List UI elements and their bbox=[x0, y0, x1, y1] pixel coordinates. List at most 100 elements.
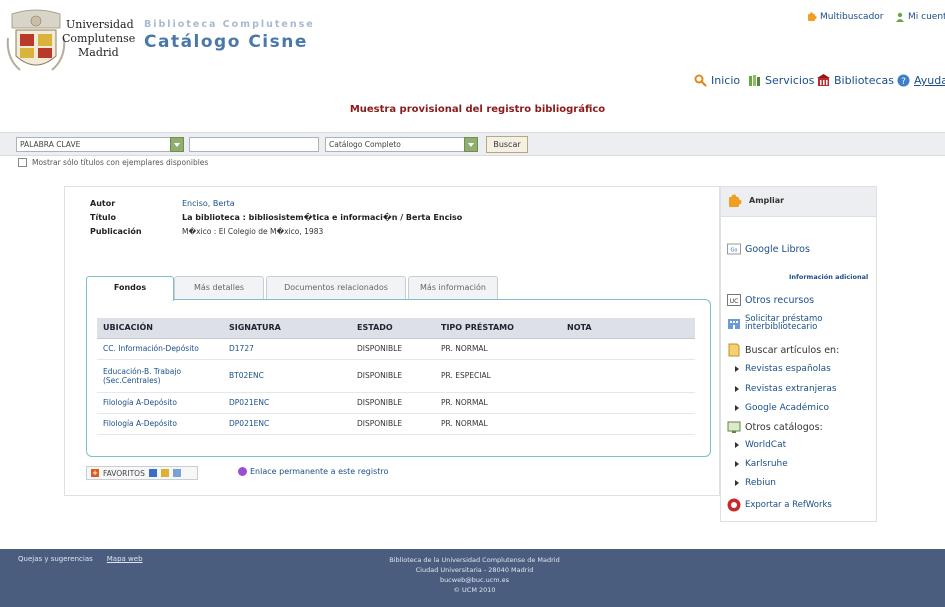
refworks-icon bbox=[727, 498, 741, 512]
table-row: CC. Información-Depósito D1727 DISPONIBL… bbox=[97, 338, 695, 360]
table-header-row: UBICACIÓN SIGNATURA ESTADO TIPO PRÉSTAMO… bbox=[97, 318, 695, 339]
search-articles-heading: Buscar artículos en: bbox=[727, 343, 839, 357]
multibuscador-link[interactable]: Multibuscador bbox=[807, 12, 884, 22]
footer-info-line: Ciudad Universitaria - 28040 Madrid bbox=[415, 566, 534, 574]
other-resources-label: Otros recursos bbox=[745, 294, 815, 306]
search-articles-label: Buscar artículos en: bbox=[745, 344, 840, 356]
permalink-label: Enlace permanente a este registro bbox=[250, 467, 389, 476]
search-field-type-select[interactable]: PALABRA CLAVE bbox=[16, 137, 184, 152]
catalog-label: Rebiun bbox=[745, 478, 777, 488]
article-source-label: Google Académico bbox=[745, 403, 830, 413]
footer: Quejas y sugerencias Mapa web Biblioteca… bbox=[0, 549, 945, 607]
location-link[interactable]: CC. Información-Depósito bbox=[97, 338, 223, 360]
export-refworks-label: Exportar a RefWorks bbox=[745, 500, 832, 510]
catalog-link[interactable]: WorldCat bbox=[735, 440, 786, 450]
interlibrary-loan-link[interactable]: Solicitar préstamo interbibliotecario bbox=[727, 315, 865, 331]
author-value[interactable]: Enciso, Berta bbox=[182, 199, 235, 208]
favorites-label: FAVORITOS bbox=[103, 468, 145, 478]
other-resources-link[interactable]: UC Otros recursos bbox=[727, 293, 814, 307]
footer-info: Biblioteca de la Universidad Complutense… bbox=[0, 555, 945, 595]
loan-type-cell: PR. NORMAL bbox=[435, 392, 561, 414]
google-books-link[interactable]: Go Google Libros bbox=[727, 242, 810, 256]
status-cell: DISPONIBLE bbox=[351, 338, 435, 360]
location-link[interactable]: Filología A-Depósito bbox=[97, 413, 223, 435]
tab-more-information[interactable]: Más información bbox=[408, 276, 498, 300]
nav-home-link[interactable]: Inicio bbox=[694, 74, 740, 87]
university-name-line: Universidad bbox=[66, 18, 134, 31]
puzzle-icon bbox=[729, 194, 742, 207]
note-cell bbox=[561, 392, 695, 414]
title-value: La biblioteca : bibliosistem�tica e info… bbox=[182, 213, 463, 222]
call-number-link[interactable]: DP021ENC bbox=[223, 413, 351, 435]
nav-home-label: Inicio bbox=[711, 74, 741, 87]
catalog-link[interactable]: Karlsruhe bbox=[735, 459, 788, 469]
university-name: Universidad Complutense Madrid bbox=[62, 18, 135, 60]
my-account-link[interactable]: Mi cuenta bbox=[895, 12, 945, 22]
table-row: Educación-B. Trabajo (Sec.Centrales) BT0… bbox=[97, 359, 695, 393]
holdings-panel: UBICACIÓN SIGNATURA ESTADO TIPO PRÉSTAMO… bbox=[86, 299, 711, 457]
google-books-label: Google Libros bbox=[745, 243, 810, 255]
library-title: Biblioteca Complutense bbox=[144, 19, 315, 30]
available-only-filter[interactable]: Mostrar sólo títulos con ejemplares disp… bbox=[18, 158, 208, 167]
catalog-scope-select[interactable]: Catálogo Completo bbox=[325, 137, 478, 152]
catalog-scope-value: Catálogo Completo bbox=[329, 140, 401, 149]
nav-libraries-link[interactable]: Bibliotecas bbox=[817, 74, 894, 87]
loan-type-cell: PR. ESPECIAL bbox=[435, 359, 561, 393]
triangle-right-icon bbox=[735, 366, 739, 372]
location-link[interactable]: Educación-B. Trabajo (Sec.Centrales) bbox=[97, 359, 223, 393]
search-field-type-value: PALABRA CLAVE bbox=[20, 140, 81, 149]
chevron-down-icon bbox=[464, 137, 478, 152]
article-source-label: Revistas españolas bbox=[745, 364, 831, 374]
triangle-right-icon bbox=[735, 480, 739, 486]
available-only-label: Mostrar sólo títulos con ejemplares disp… bbox=[32, 158, 209, 167]
article-source-link[interactable]: Google Académico bbox=[735, 403, 829, 413]
status-cell: DISPONIBLE bbox=[351, 359, 435, 393]
add-icon: + bbox=[91, 469, 99, 477]
tab-related-documents[interactable]: Documentos relacionados bbox=[266, 276, 406, 300]
additional-info-link[interactable]: Información adicional bbox=[789, 273, 868, 281]
triangle-right-icon bbox=[735, 442, 739, 448]
other-catalogs-heading: Otros catálogos: bbox=[727, 420, 823, 434]
favorites-share-button[interactable]: + FAVORITOS bbox=[86, 466, 198, 480]
export-refworks-link[interactable]: Exportar a RefWorks bbox=[727, 498, 832, 512]
location-link[interactable]: Filología A-Depósito bbox=[97, 392, 223, 414]
nav-services-link[interactable]: Servicios bbox=[748, 74, 814, 87]
footer-info-line: bucweb@buc.ucm.es bbox=[439, 576, 510, 584]
title-label: Título bbox=[90, 213, 116, 222]
column-header: NOTA bbox=[561, 318, 695, 339]
document-icon bbox=[728, 343, 740, 357]
loan-type-cell: PR. NORMAL bbox=[435, 338, 561, 360]
expand-button[interactable]: Ampliar bbox=[721, 187, 876, 217]
publication-value: M�xico : El Colegio de M�xico, 1983 bbox=[182, 227, 324, 236]
other-catalogs-label: Otros catálogos: bbox=[745, 421, 823, 433]
call-number-link[interactable]: BT02ENC bbox=[223, 359, 351, 393]
call-number-link[interactable]: D1727 bbox=[223, 338, 351, 360]
note-cell bbox=[561, 338, 695, 360]
status-cell: DISPONIBLE bbox=[351, 413, 435, 435]
permalink-link[interactable]: Enlace permanente a este registro bbox=[238, 467, 388, 476]
user-icon bbox=[896, 12, 904, 22]
search-bar: PALABRA CLAVE Catálogo Completo Buscar bbox=[0, 132, 945, 156]
nav-libraries-label: Bibliotecas bbox=[834, 74, 895, 87]
article-source-label: Revistas extranjeras bbox=[745, 384, 837, 394]
resources-icon: UC bbox=[727, 294, 741, 306]
tab-holdings[interactable]: Fondos bbox=[86, 276, 174, 301]
catalog-title: Catálogo Cisne bbox=[144, 32, 308, 52]
article-source-link[interactable]: Revistas españolas bbox=[735, 364, 831, 374]
table-row: Filología A-Depósito DP021ENC DISPONIBLE… bbox=[97, 413, 695, 435]
available-only-checkbox[interactable] bbox=[18, 158, 27, 167]
catalog-link[interactable]: Rebiun bbox=[735, 478, 776, 488]
article-source-link[interactable]: Revistas extranjeras bbox=[735, 384, 837, 394]
column-header: ESTADO bbox=[351, 318, 435, 339]
note-cell bbox=[561, 359, 695, 393]
university-name-line: Madrid bbox=[78, 46, 119, 59]
nav-help-link[interactable]: ? Ayuda bbox=[897, 74, 945, 87]
link-icon bbox=[238, 467, 247, 476]
call-number-link[interactable]: DP021ENC bbox=[223, 392, 351, 414]
column-header: UBICACIÓN bbox=[97, 318, 223, 339]
tab-more-details[interactable]: Más detalles bbox=[174, 276, 264, 300]
footer-info-line: Biblioteca de la Universidad Complutense… bbox=[389, 556, 560, 564]
search-button[interactable]: Buscar bbox=[486, 136, 528, 153]
nav-services-label: Servicios bbox=[765, 74, 815, 87]
search-query-input[interactable] bbox=[189, 137, 319, 152]
